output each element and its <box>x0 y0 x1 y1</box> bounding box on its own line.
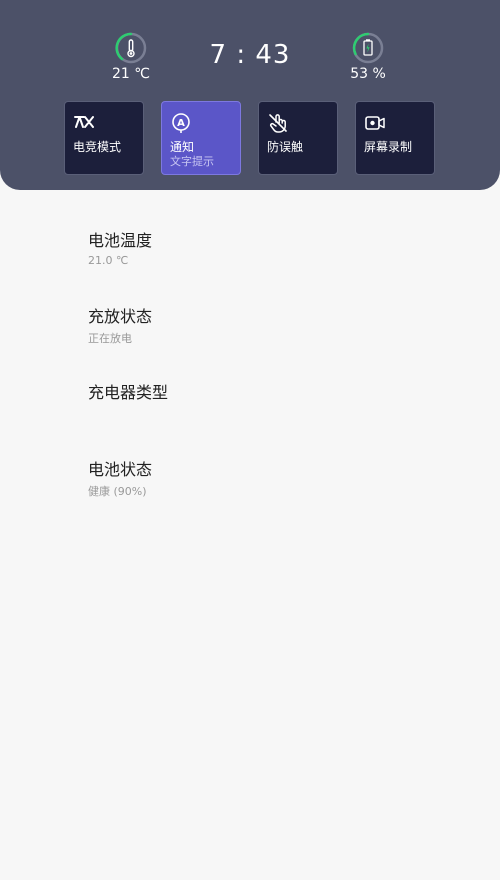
notification-icon: A <box>170 112 192 134</box>
tile-sublabel: 文字提示 <box>170 155 214 168</box>
thermometer-icon <box>127 39 135 58</box>
temperature-value: 21 ℃ <box>112 66 150 82</box>
tile-label: 电竞模式 <box>73 140 122 154</box>
clock: 7 : 43 <box>209 40 291 70</box>
touch-guard-icon <box>267 112 289 134</box>
list-item-battery-health[interactable]: 电池状态 健康 (90%) <box>88 456 152 499</box>
battery-ring <box>351 31 385 65</box>
list-item-title: 电池温度 <box>88 231 153 250</box>
tile-game-mode[interactable]: 电竞模式 <box>64 101 144 175</box>
battery-value: 53 % <box>350 66 386 82</box>
tile-label: 防误触 <box>267 140 304 154</box>
list-item-title: 电池状态 <box>88 460 153 479</box>
tile-screen-record[interactable]: 屏幕录制 <box>355 101 435 175</box>
list-item-subtitle: 健康 (90%) <box>88 485 147 498</box>
list-item-battery-temperature[interactable]: 电池温度 21.0 ℃ <box>88 227 152 267</box>
tile-notification[interactable]: A 通知 文字提示 <box>161 101 241 175</box>
temperature-ring <box>114 31 148 65</box>
tile-label: 屏幕录制 <box>364 140 413 154</box>
svg-text:A: A <box>177 118 185 129</box>
list-item-title: 充电器类型 <box>88 383 169 402</box>
list-item-charge-state[interactable]: 充放状态 正在放电 <box>88 303 152 346</box>
quick-panel: 21 ℃ 7 : 43 53 % 电竞模式 A 通知 文字提示 防误触 屏幕录制 <box>0 0 500 190</box>
list-item-charger-type[interactable]: 充电器类型 <box>88 379 168 403</box>
game-mode-icon <box>73 112 95 134</box>
list-item-title: 充放状态 <box>88 307 153 326</box>
list-item-subtitle: 21.0 ℃ <box>88 254 129 267</box>
tile-touch-guard[interactable]: 防误触 <box>258 101 338 175</box>
battery-icon <box>363 39 373 56</box>
screen-record-icon <box>364 112 386 134</box>
list-item-subtitle: 正在放电 <box>88 332 132 345</box>
